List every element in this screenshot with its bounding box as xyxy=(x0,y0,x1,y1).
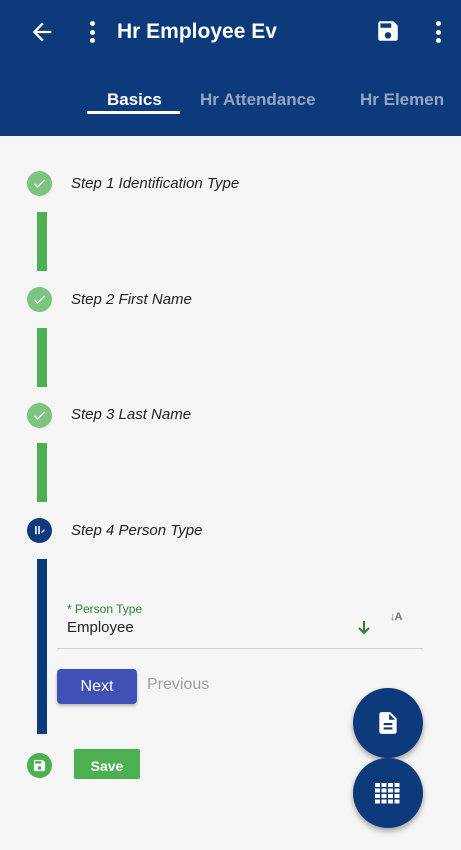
grid-fab[interactable] xyxy=(353,758,423,828)
document-icon xyxy=(379,712,397,734)
app-bar: Hr Employee Ev Basics Hr Attendance Hr E… xyxy=(0,0,461,136)
step-4-label[interactable]: Step 4 Person Type xyxy=(71,522,202,539)
person-type-label: * Person Type xyxy=(67,602,143,616)
step-4-edit-icon xyxy=(27,518,52,543)
step-connector xyxy=(37,443,47,502)
step-2-check-icon xyxy=(27,287,52,312)
step-3-check-icon xyxy=(27,403,52,428)
arrow-back-icon xyxy=(32,22,52,42)
document-fab[interactable] xyxy=(353,688,423,758)
page-title: Hr Employee Ev xyxy=(117,20,277,43)
more-vert-icon[interactable] xyxy=(87,18,97,46)
grid-icon xyxy=(375,783,400,804)
step-connector xyxy=(37,328,47,387)
arrow-down-icon[interactable] xyxy=(357,619,371,637)
step-3-label[interactable]: Step 3 Last Name xyxy=(71,406,191,423)
step-1-label[interactable]: Step 1 Identification Type xyxy=(71,175,239,192)
tab-bar: Basics Hr Attendance Hr Elemen xyxy=(0,86,461,116)
previous-button[interactable]: Previous xyxy=(147,676,209,694)
step-connector-active xyxy=(37,559,47,734)
save-icon xyxy=(378,21,398,41)
field-underline xyxy=(57,648,423,649)
save-button[interactable]: Save xyxy=(74,749,140,779)
active-tab-indicator xyxy=(87,111,180,114)
step-connector xyxy=(37,212,47,271)
tab-hr-attendance[interactable]: Hr Attendance xyxy=(200,90,316,110)
back-button[interactable] xyxy=(28,18,56,46)
step-1-check-icon xyxy=(27,171,52,196)
tab-hr-elements[interactable]: Hr Elemen xyxy=(360,90,444,110)
person-type-select[interactable]: Employee xyxy=(67,619,134,636)
save-step-icon xyxy=(27,753,52,778)
step-2-label[interactable]: Step 2 First Name xyxy=(71,291,192,308)
tab-basics[interactable]: Basics xyxy=(107,90,162,110)
save-icon-button[interactable] xyxy=(375,18,401,44)
more-vert-icon[interactable] xyxy=(433,18,443,46)
sort-alpha-icon[interactable]: ↓A xyxy=(390,611,402,623)
next-button[interactable]: Next xyxy=(57,669,137,704)
